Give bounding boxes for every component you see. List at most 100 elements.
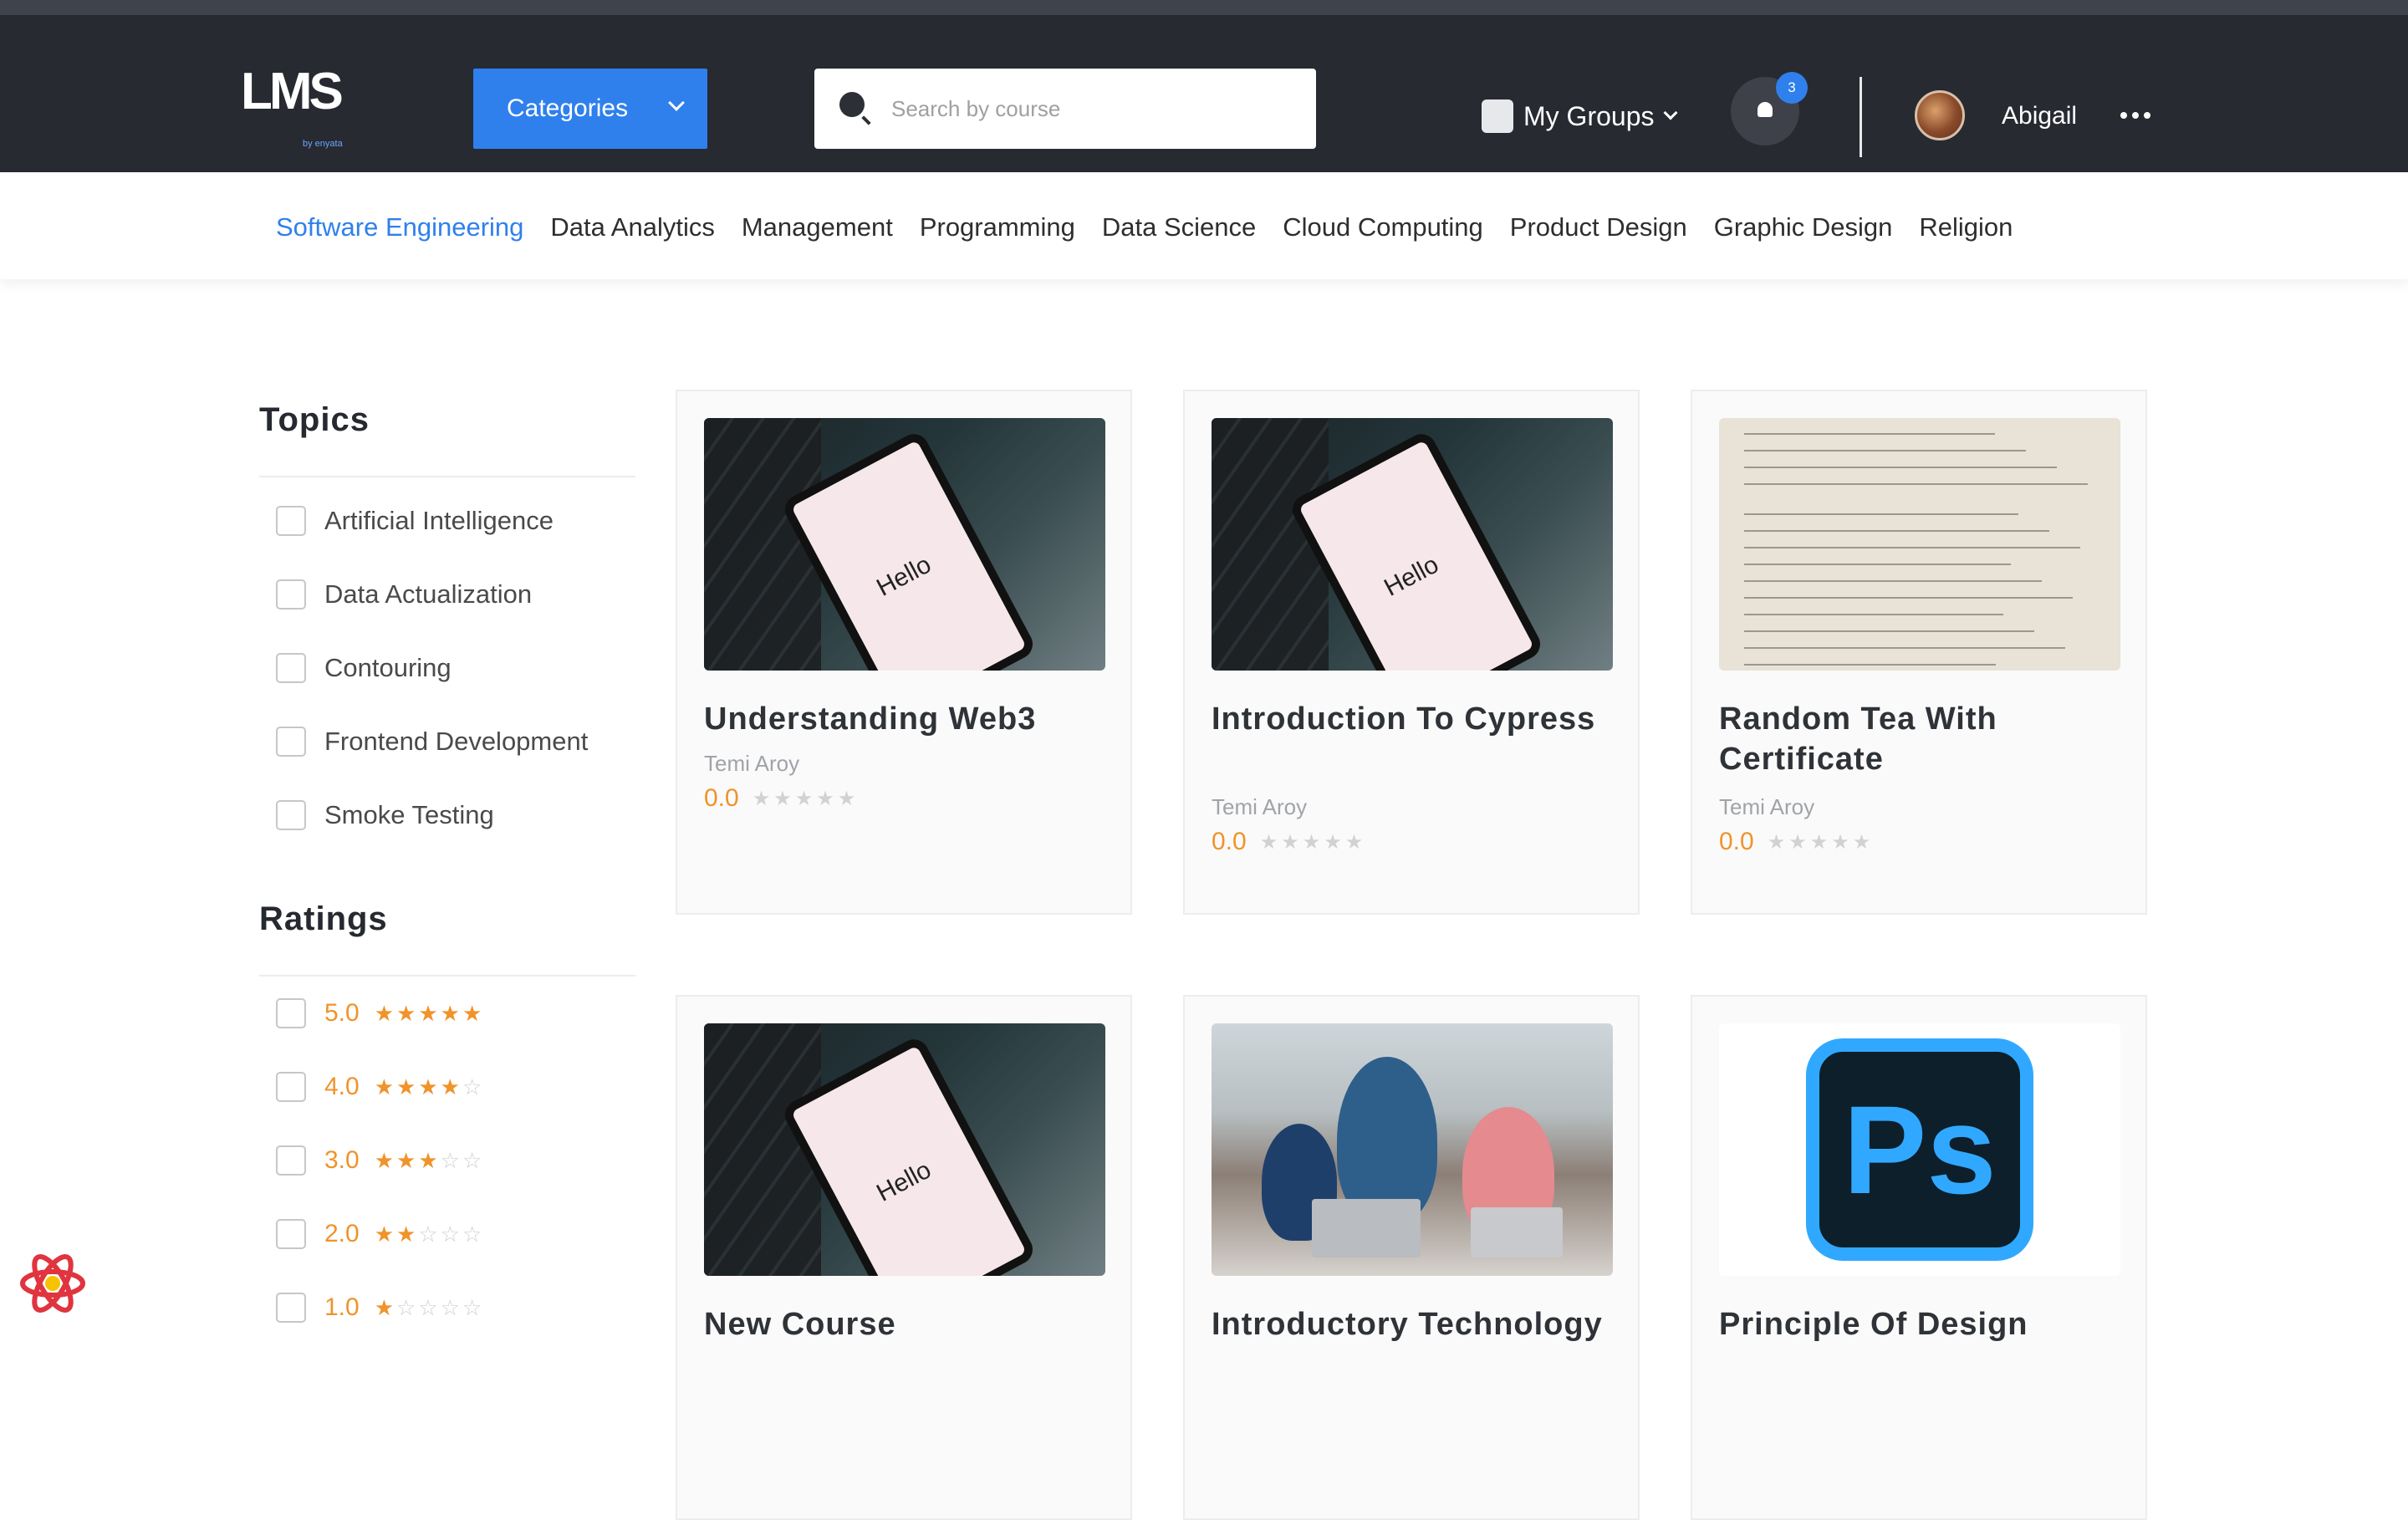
- divider: [259, 476, 635, 477]
- checkbox[interactable]: [276, 727, 306, 757]
- course-rating: 0.0 ★★★★★: [1212, 828, 1366, 856]
- search-bar[interactable]: [814, 69, 1316, 149]
- photoshop-logo-icon: Ps: [1806, 1038, 2033, 1261]
- topic-filter-item[interactable]: Data Actualization: [259, 558, 635, 631]
- my-groups-label: My Groups: [1523, 100, 1655, 131]
- star-icons: ★★☆☆☆: [374, 1221, 485, 1247]
- rating-value: 3.0: [324, 1146, 360, 1174]
- nav-item-data-science[interactable]: Data Science: [1102, 212, 1256, 242]
- more-options-button[interactable]: [2120, 112, 2150, 119]
- checkbox[interactable]: [276, 800, 306, 830]
- header-divider: [1860, 77, 1862, 157]
- rating-value: 0.0: [704, 784, 739, 812]
- course-thumbnail: [1719, 418, 2120, 671]
- checkbox[interactable]: [276, 1293, 306, 1323]
- checkbox[interactable]: [276, 1072, 306, 1102]
- course-card[interactable]: Hello Introduction To Cypress Temi Aroy 0.0…: [1183, 390, 1640, 915]
- topics-heading: Topics: [259, 401, 370, 438]
- course-title[interactable]: Introductory Technology: [1212, 1304, 1613, 1344]
- topic-filter-item[interactable]: Frontend Development: [259, 705, 635, 778]
- rating-filter-item[interactable]: 4.0 ★★★★☆: [259, 1050, 635, 1124]
- checkbox[interactable]: [276, 1145, 306, 1176]
- topic-filter-item[interactable]: Contouring: [259, 631, 635, 705]
- checkbox[interactable]: [276, 579, 306, 610]
- course-card[interactable]: Hello Understanding Web3 Temi Aroy 0.0 ★★★★★: [676, 390, 1132, 915]
- topic-filter-item[interactable]: Artificial Intelligence: [259, 484, 635, 558]
- rating-value: 5.0: [324, 999, 360, 1027]
- search-input[interactable]: [891, 69, 1293, 149]
- topic-filter-item[interactable]: Smoke Testing: [259, 778, 635, 852]
- course-title[interactable]: Understanding Web3: [704, 699, 1105, 739]
- logo-subtitle: by enyata: [303, 139, 343, 149]
- course-thumbnail: [1212, 1023, 1613, 1276]
- chevron-down-icon: [668, 94, 685, 111]
- nav-item-graphic-design[interactable]: Graphic Design: [1714, 212, 1893, 242]
- ratings-list: 5.0 ★★★★★ 4.0 ★★★★☆ 3.0 ★★★☆☆ 2.0 ★★☆☆☆ 1.0 ★☆☆☆☆: [259, 977, 635, 1344]
- rating-filter-item[interactable]: 1.0 ★☆☆☆☆: [259, 1271, 635, 1344]
- nav-item-programming[interactable]: Programming: [920, 212, 1075, 242]
- nav-item-cloud-computing[interactable]: Cloud Computing: [1283, 212, 1483, 242]
- topic-label: Frontend Development: [324, 727, 589, 756]
- bell-icon: [1758, 102, 1773, 117]
- course-title[interactable]: New Course: [704, 1304, 1105, 1344]
- nav-item-data-analytics[interactable]: Data Analytics: [550, 212, 714, 242]
- course-author: Temi Aroy: [1719, 794, 1815, 819]
- star-icons: ★★★★★: [374, 1000, 485, 1026]
- category-nav: Software Engineering Data Analytics Manage…: [0, 172, 2408, 279]
- nav-item-management[interactable]: Management: [742, 212, 893, 242]
- course-thumbnail: Hello: [704, 1023, 1105, 1276]
- course-author: Temi Aroy: [1212, 794, 1308, 819]
- react-devtools-icon[interactable]: [18, 1249, 87, 1318]
- course-card[interactable]: Introductory Technology: [1183, 995, 1640, 1520]
- checkbox[interactable]: [276, 653, 306, 683]
- user-avatar[interactable]: [1915, 90, 1965, 140]
- rating-filter-item[interactable]: 5.0 ★★★★★: [259, 977, 635, 1050]
- nav-item-religion[interactable]: Religion: [1919, 212, 2013, 242]
- course-title[interactable]: Random Tea With Certificate: [1719, 699, 2120, 779]
- chevron-down-icon: [1663, 105, 1678, 120]
- topic-label: Artificial Intelligence: [324, 506, 554, 535]
- rating-filter-item[interactable]: 2.0 ★★☆☆☆: [259, 1197, 635, 1271]
- rating-value: 0.0: [1212, 828, 1247, 855]
- rating-filter-item[interactable]: 3.0 ★★★☆☆: [259, 1124, 635, 1197]
- star-icons: ★★★★☆: [374, 1074, 485, 1099]
- phone-hello-text: Hello: [1380, 550, 1444, 602]
- checkbox[interactable]: [276, 998, 306, 1028]
- nav-item-software-engineering[interactable]: Software Engineering: [276, 212, 523, 242]
- user-name[interactable]: Abigail: [2002, 102, 2077, 130]
- search-icon: [839, 92, 865, 117]
- nav-item-product-design[interactable]: Product Design: [1510, 212, 1687, 242]
- star-icons: ★★★★★: [752, 787, 860, 810]
- course-thumbnail: Hello: [1212, 418, 1613, 671]
- notifications-button[interactable]: 3: [1731, 72, 1808, 145]
- rating-value: 0.0: [1719, 828, 1754, 855]
- rating-value: 2.0: [324, 1220, 360, 1247]
- rating-value: 4.0: [324, 1073, 360, 1100]
- checkbox[interactable]: [276, 506, 306, 536]
- dot-icon: [2132, 112, 2139, 119]
- topics-list: Artificial Intelligence Data Actualizatio…: [259, 484, 635, 852]
- lms-logo[interactable]: LMS by enyata: [241, 66, 349, 150]
- ratings-heading: Ratings: [259, 900, 388, 937]
- course-card[interactable]: Hello New Course: [676, 995, 1132, 1520]
- logo-text: LMS: [241, 63, 344, 120]
- categories-dropdown-button[interactable]: Categories: [473, 69, 707, 149]
- course-rating: 0.0 ★★★★★: [704, 784, 859, 813]
- course-card[interactable]: Random Tea With Certificate Temi Aroy 0.0 ★…: [1691, 390, 2147, 915]
- course-title[interactable]: Principle Of Design: [1719, 1304, 2120, 1344]
- top-bar: LMS by enyata Categories My Groups 3 Abi…: [0, 0, 2408, 172]
- dot-icon: [2144, 112, 2150, 119]
- categories-label: Categories: [507, 94, 629, 122]
- course-author: Temi Aroy: [704, 751, 800, 776]
- checkbox[interactable]: [276, 1219, 306, 1249]
- course-card[interactable]: Ps Principle Of Design: [1691, 995, 2147, 1520]
- phone-hello-text: Hello: [872, 1155, 936, 1207]
- star-icons: ★★★★★: [1767, 830, 1875, 854]
- notification-badge: 3: [1776, 72, 1808, 104]
- dot-icon: [2120, 112, 2127, 119]
- filter-sidebar: Topics Artificial Intelligence Data Actua…: [259, 401, 635, 1344]
- topic-label: Smoke Testing: [324, 800, 494, 829]
- star-icons: ★☆☆☆☆: [374, 1294, 485, 1320]
- my-groups-dropdown[interactable]: My Groups: [1482, 95, 1678, 137]
- course-title[interactable]: Introduction To Cypress: [1212, 699, 1613, 739]
